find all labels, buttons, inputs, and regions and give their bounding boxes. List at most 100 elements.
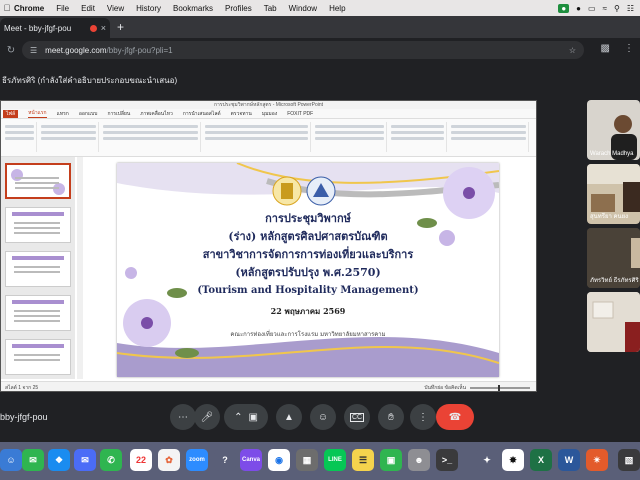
participant-tile[interactable]: Warach Madhya [587, 100, 640, 160]
bookmark-star-icon[interactable]: ☆ [569, 46, 576, 55]
camera-button[interactable]: ⌃ ▣ [224, 404, 268, 430]
slide-date: 22 พฤษภาคม 2569 [270, 306, 346, 316]
contacts-icon[interactable]: ☻ [408, 449, 430, 471]
menu-window[interactable]: Window [289, 4, 317, 13]
reactions-button[interactable]: ☺ [310, 404, 336, 430]
tab-strip: Meet - bby-jfgf-pou × + [0, 16, 640, 38]
line-icon[interactable]: LINE [324, 449, 346, 471]
ribbon-group-editing[interactable] [449, 122, 529, 152]
url-field[interactable]: ☰ meet.google.com/bby-jfgf-pou?pli=1 ☆ [22, 41, 584, 59]
thumbnails-scrollbar[interactable] [77, 157, 83, 379]
whatsapp-icon[interactable]: ✆ [100, 449, 122, 471]
close-tab-icon[interactable]: × [101, 23, 106, 33]
menu-bookmarks[interactable]: Bookmarks [173, 4, 213, 13]
terminal-icon[interactable]: >_ [436, 449, 458, 471]
participant-video [587, 292, 640, 352]
search-icon[interactable]: ⚲ [614, 4, 620, 13]
captions-button[interactable]: CC [344, 404, 370, 430]
ppt-tab-view[interactable]: มุมมอง [262, 110, 277, 118]
menu-view[interactable]: View [107, 4, 124, 13]
wifi-icon[interactable]: ≈ [603, 4, 607, 13]
ppt-tab-file[interactable]: ไฟล์ [3, 109, 19, 118]
more-menu-icon[interactable]: ⋮ [624, 43, 634, 54]
tab-meet[interactable]: Meet - bby-jfgf-pou × [0, 18, 110, 38]
slide-thumbnail[interactable] [5, 207, 71, 243]
slide-title-line-3: สาขาวิชาการจัดการการท่องเที่ยวและบริการ [202, 248, 414, 261]
more-actions-button[interactable]: ⋮ [410, 404, 436, 430]
recording-indicator-icon [89, 24, 97, 32]
new-tab-icon[interactable]: + [117, 20, 124, 34]
leave-call-button[interactable]: ☎ [436, 404, 474, 430]
slide-thumbnail[interactable] [5, 163, 71, 199]
ppt-tab-home[interactable]: หน้าแรก [28, 109, 47, 118]
microphone-button[interactable]: 🎤︎ [194, 404, 220, 430]
menu-app[interactable]: Chrome [14, 4, 44, 13]
chrome-icon[interactable]: ◉ [268, 449, 290, 471]
menu-edit[interactable]: Edit [81, 4, 95, 13]
battery-icon[interactable]: ▭ [588, 4, 596, 13]
status-notes[interactable]: บันทึกย่อ ข้อคิดเห็น [424, 384, 466, 392]
ribbon-group-slides[interactable] [39, 122, 99, 152]
ribbon-group-drawing[interactable] [313, 122, 387, 152]
ribbon-group-font[interactable] [101, 122, 201, 152]
ppt-tab-insert[interactable]: แทรก [57, 110, 69, 118]
mail-icon[interactable]: ✉ [74, 449, 96, 471]
messages-icon[interactable]: ✉ [22, 449, 44, 471]
trash-icon[interactable]: ▧ [618, 449, 640, 471]
facetime-icon[interactable]: ▣ [380, 449, 402, 471]
control-center-icon[interactable]: ☷ [627, 4, 634, 13]
chrome-status-icon[interactable]: ● [576, 4, 581, 13]
raise-hand-button[interactable]: ✋︎ [378, 404, 404, 430]
ppt-tab-slideshow[interactable]: การนำเสนอสไลด์ [183, 110, 221, 118]
ppt-window-title: การประชุมวิพากษ์หลักสูตร - Microsoft Pow… [1, 101, 536, 109]
safari-icon[interactable]: ❖ [48, 449, 70, 471]
photos-icon[interactable]: ✿ [158, 449, 180, 471]
zoom-slider[interactable] [470, 384, 530, 391]
gemini-icon[interactable]: ✦ [476, 449, 498, 471]
extensions-icon[interactable]: ▩ [601, 43, 610, 54]
current-slide[interactable]: การประชุมวิพากษ์ (ร่าง) หลักสูตรศิลปศาสต… [117, 163, 499, 377]
menu-file[interactable]: File [56, 4, 69, 13]
excel-icon[interactable]: X [530, 449, 552, 471]
zoom-app-icon[interactable]: zoom [186, 449, 208, 471]
site-info-icon[interactable]: ☰ [30, 46, 37, 55]
browser-actions: ▩ ⋮ [601, 43, 634, 54]
apple-icon[interactable]:  [0, 3, 14, 13]
ppt-tab-review[interactable]: ตรวจทาน [231, 110, 252, 118]
help-icon[interactable]: ? [214, 449, 236, 471]
ppt-tab-foxit[interactable]: FOXIT PDF [287, 111, 313, 117]
participant-tile[interactable]: ภัทรวิทย์ ธีรภัทรศิริ [587, 228, 640, 288]
chatgpt-icon[interactable]: ✸ [502, 449, 524, 471]
menu-help[interactable]: Help [329, 4, 345, 13]
slide-thumbnail[interactable] [5, 251, 71, 287]
menu-profiles[interactable]: Profiles [225, 4, 252, 13]
reload-icon[interactable]: ↻ [4, 45, 18, 56]
ppt-tab-transitions[interactable]: การเปลี่ยน [107, 110, 130, 118]
slide-title-line-4: (หลักสูตรปรับปรุง พ.ศ.2570) [235, 266, 381, 279]
slide-thumbnail[interactable] [5, 295, 71, 331]
calculator-icon[interactable]: ▦ [296, 449, 318, 471]
participant-tile[interactable]: สุนทรียา คนยง [587, 164, 640, 224]
meeting-code: bby-jfgf-pou [0, 412, 48, 422]
participant-name: สุนทรียา คนยง [590, 214, 629, 220]
more-options-button[interactable]: ⋯ [170, 404, 196, 430]
ribbon-group-clipboard[interactable] [3, 122, 37, 152]
ppt-tab-animations[interactable]: ภาพเคลื่อนไหว [140, 110, 173, 118]
ribbon-group-arrange[interactable] [389, 122, 447, 152]
finder-icon[interactable]: ☺ [0, 449, 22, 471]
ppt-tab-design[interactable]: ออกแบบ [79, 110, 98, 118]
slide-thumbnail[interactable] [5, 339, 71, 375]
participant-tile[interactable] [587, 292, 640, 352]
present-screen-button[interactable]: ▲ [276, 404, 302, 430]
university-logo-icon [272, 176, 302, 206]
calendar-icon[interactable]: 22 [130, 449, 152, 471]
canva-icon[interactable]: Canva [240, 449, 262, 471]
app-icon[interactable]: ✴ [586, 449, 608, 471]
zoom-control[interactable]: บันทึกย่อ ข้อคิดเห็น [424, 384, 530, 392]
ribbon-group-paragraph[interactable] [203, 122, 311, 152]
menu-tab[interactable]: Tab [264, 4, 277, 13]
notes-icon[interactable]: ☰ [352, 449, 374, 471]
meet-indicator-icon[interactable]: ● [558, 3, 570, 13]
menu-history[interactable]: History [136, 4, 161, 13]
word-icon[interactable]: W [558, 449, 580, 471]
